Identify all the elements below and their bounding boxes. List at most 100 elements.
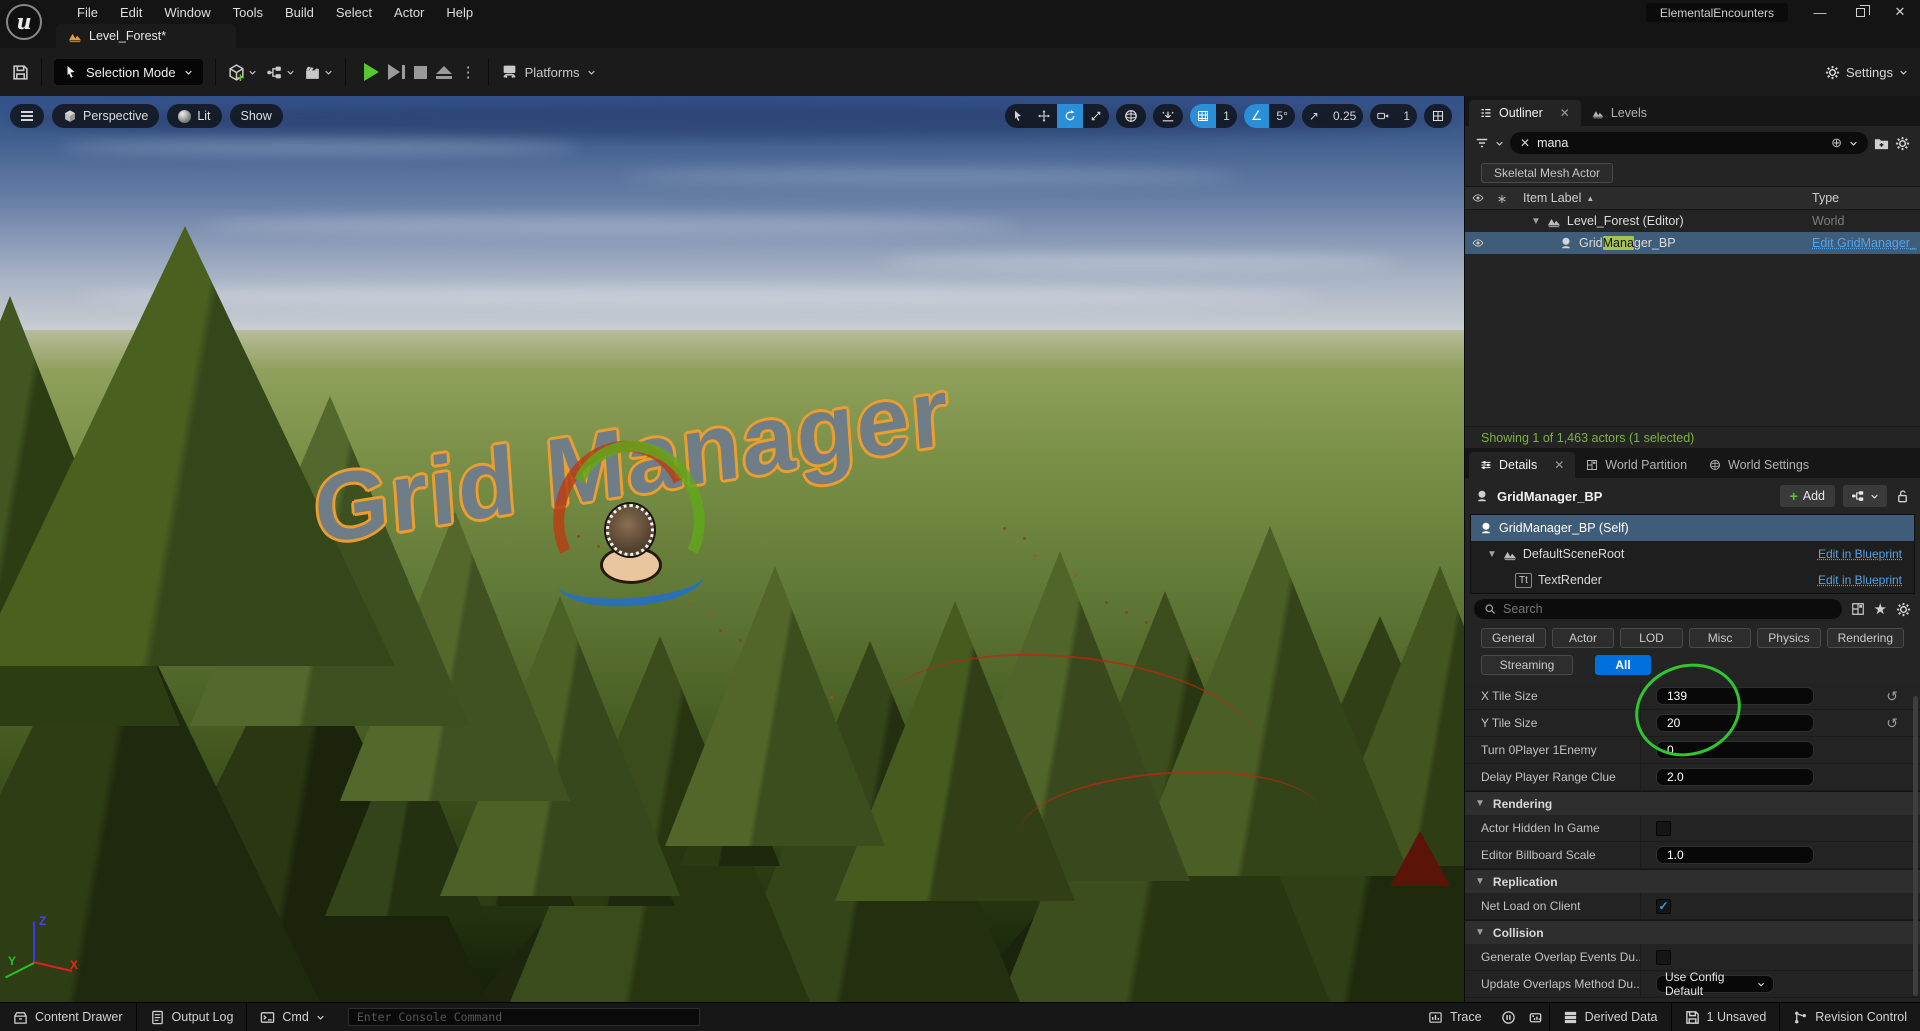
category-physics[interactable]: Physics [1757, 628, 1820, 648]
clear-search-icon[interactable]: ✕ [1520, 136, 1530, 150]
minimize-button[interactable]: — [1800, 0, 1840, 24]
edit-in-blueprint-link[interactable]: Edit in Blueprint [1818, 547, 1902, 561]
grid-snap-toggle[interactable] [1190, 104, 1216, 128]
trace-record-button[interactable] [1495, 1003, 1522, 1031]
menu-build[interactable]: Build [274, 0, 325, 24]
create-folder-icon[interactable] [1874, 136, 1889, 151]
cmd-dropdown[interactable]: Cmd [247, 1003, 337, 1031]
eject-button[interactable] [436, 66, 452, 79]
tab-outliner[interactable]: Outliner ✕ [1469, 100, 1581, 126]
menu-edit[interactable]: Edit [109, 0, 153, 24]
component-row-self[interactable]: GridManager_BP (Self) [1471, 515, 1914, 541]
tab-level-forest[interactable]: Level_Forest* [56, 24, 236, 48]
section-rendering[interactable]: ▼ Rendering [1465, 791, 1920, 815]
display-options-icon[interactable] [1851, 602, 1865, 616]
camera-speed-value[interactable]: 1 [1396, 104, 1417, 128]
trace-button[interactable]: Trace [1415, 1003, 1495, 1031]
show-dropdown[interactable]: Show [230, 104, 283, 128]
settings-dropdown[interactable]: Settings [1825, 65, 1908, 80]
maximize-viewport-button[interactable] [1424, 104, 1452, 128]
perspective-dropdown[interactable]: Perspective [52, 104, 159, 128]
net-load-checkbox[interactable]: ✓ [1656, 899, 1671, 914]
lit-dropdown[interactable]: Lit [167, 104, 221, 128]
rotate-tool[interactable] [1057, 104, 1083, 128]
tab-details[interactable]: Details ✕ [1469, 452, 1575, 478]
menu-tools[interactable]: Tools [222, 0, 274, 24]
level-viewport[interactable]: Grid Manager Z X Y Perspective [0, 96, 1464, 1002]
category-actor[interactable]: Actor [1552, 628, 1615, 648]
unlock-icon[interactable] [1895, 489, 1910, 504]
reset-to-default-icon[interactable]: ↺ [1886, 715, 1898, 732]
scale-tool[interactable] [1083, 104, 1109, 128]
outliner-empty-space[interactable] [1465, 254, 1920, 426]
chevron-down-icon[interactable] [1495, 139, 1504, 148]
item-label-column[interactable]: Item Label▲ [1513, 191, 1808, 205]
menu-actor[interactable]: Actor [383, 0, 435, 24]
delay-player-range-input[interactable]: 2.0 [1656, 768, 1814, 786]
billboard-scale-input[interactable]: 1.0 [1656, 846, 1814, 864]
close-icon[interactable]: ✕ [1560, 106, 1570, 120]
cinematics-button[interactable] [304, 64, 333, 81]
y-tile-size-input[interactable]: 20 [1656, 714, 1814, 732]
grid-manager-billboard[interactable] [552, 438, 717, 608]
favorites-star-icon[interactable]: ★ [1874, 600, 1887, 618]
visibility-column-eye-icon[interactable] [1472, 192, 1484, 204]
tab-levels[interactable]: Levels [1581, 100, 1658, 126]
viewport-options-menu[interactable] [10, 104, 44, 128]
close-button[interactable]: ✕ [1880, 0, 1920, 24]
category-misc[interactable]: Misc [1689, 628, 1752, 648]
add-actor-button[interactable]: + [228, 64, 257, 81]
grid-snap-value[interactable]: 1 [1216, 104, 1237, 128]
edit-gridmanager-link[interactable]: Edit GridManager_ [1808, 236, 1920, 250]
section-replication[interactable]: ▼ Replication [1465, 869, 1920, 893]
section-collision[interactable]: ▼ Collision [1465, 920, 1920, 944]
menu-window[interactable]: Window [153, 0, 221, 24]
overlap-events-checkbox[interactable] [1656, 950, 1671, 965]
collapse-caret-icon[interactable]: ▼ [1487, 549, 1497, 560]
select-tool[interactable] [1005, 104, 1031, 128]
component-row-text-render[interactable]: Tt TextRender Edit in Blueprint [1471, 567, 1914, 593]
outliner-settings-gear-icon[interactable] [1895, 136, 1910, 151]
details-scrollbar[interactable] [1913, 696, 1918, 996]
platforms-dropdown[interactable]: Platforms [501, 64, 596, 81]
x-tile-size-input[interactable]: 139 [1656, 687, 1814, 705]
add-filter-icon[interactable]: ⊕ [1831, 135, 1842, 151]
output-log-button[interactable]: Output Log [137, 1003, 247, 1031]
visibility-eye-icon[interactable] [1472, 237, 1484, 249]
play-button[interactable] [364, 63, 379, 81]
world-local-toggle[interactable] [1116, 104, 1146, 128]
rotation-snap-toggle[interactable]: ∠ [1244, 104, 1270, 128]
component-row-scene-root[interactable]: ▼ DefaultSceneRoot Edit in Blueprint [1471, 541, 1914, 567]
outliner-search-input[interactable] [1537, 136, 1824, 150]
frame-skip-button[interactable] [388, 64, 405, 80]
details-settings-gear-icon[interactable] [1896, 602, 1911, 617]
category-lod[interactable]: LOD [1620, 628, 1683, 648]
outliner-search[interactable]: ✕ ⊕ [1510, 132, 1868, 154]
pin-column-icon[interactable]: ∗ [1491, 191, 1513, 206]
add-component-button[interactable]: + Add [1780, 485, 1835, 507]
reset-to-default-icon[interactable]: ↺ [1886, 688, 1898, 705]
close-icon[interactable]: ✕ [1554, 458, 1564, 472]
unsaved-button[interactable]: 1 Unsaved [1672, 1003, 1780, 1031]
scale-snap-toggle[interactable]: ↗ [1302, 104, 1326, 128]
category-rendering[interactable]: Rendering [1827, 628, 1904, 648]
type-column[interactable]: Type [1808, 191, 1920, 205]
selection-mode-dropdown[interactable]: Selection Mode [54, 59, 203, 85]
restore-button[interactable] [1840, 0, 1880, 24]
edit-in-blueprint-link[interactable]: Edit in Blueprint [1818, 573, 1902, 587]
surface-snapping-button[interactable] [1153, 104, 1183, 128]
menu-help[interactable]: Help [435, 0, 484, 24]
console-command-input[interactable] [348, 1008, 700, 1026]
tab-world-settings[interactable]: World Settings [1698, 452, 1820, 478]
move-tool[interactable] [1031, 104, 1057, 128]
chevron-down-icon[interactable] [1849, 139, 1858, 148]
category-all[interactable]: All [1595, 655, 1651, 675]
category-streaming[interactable]: Streaming [1481, 655, 1573, 675]
blueprint-actions-dropdown[interactable] [1843, 485, 1887, 507]
menu-file[interactable]: File [66, 0, 109, 24]
scale-snap-value[interactable]: 0.25 [1326, 104, 1363, 128]
details-search[interactable] [1474, 599, 1842, 619]
category-general[interactable]: General [1481, 628, 1546, 648]
overlaps-method-dropdown[interactable]: Use Config Default [1656, 975, 1774, 993]
trace-snapshot-button[interactable] [1522, 1003, 1549, 1031]
